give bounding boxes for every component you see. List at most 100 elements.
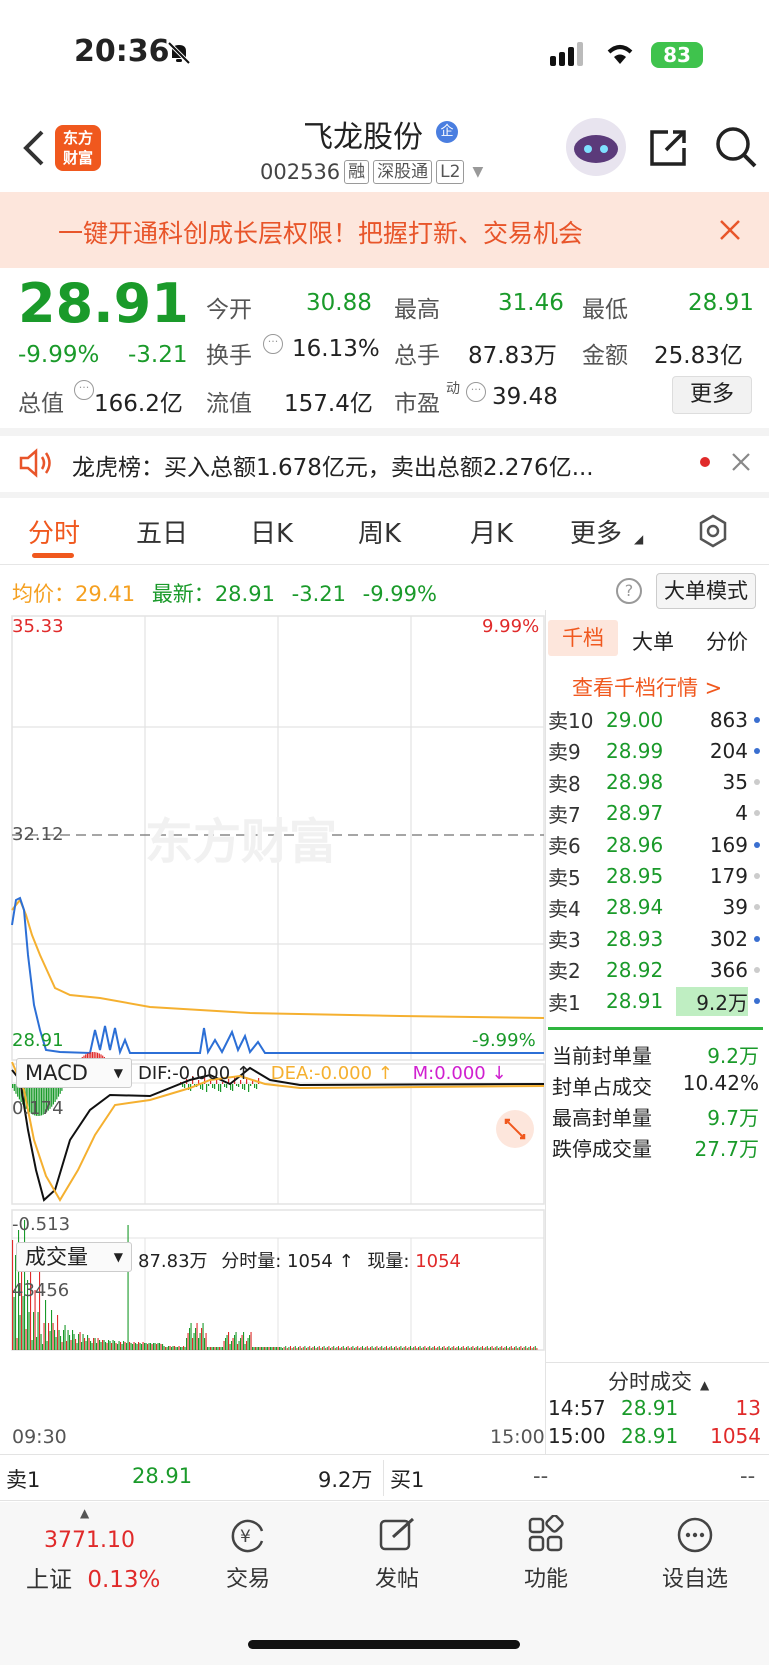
view-thousand-level-link[interactable]: 查看千档行情 >	[572, 672, 722, 702]
mktcap-value: 166.2亿	[94, 391, 183, 417]
banner-text: 一键开通科创成长层权限！把握打新、交易机会	[58, 219, 584, 248]
ask-volume: 863	[709, 707, 748, 732]
tab-five-day[interactable]: 五日	[136, 513, 188, 550]
volume-bar	[192, 1338, 194, 1350]
ask-row[interactable]: 卖2 28.92 366	[548, 954, 763, 985]
assistant-avatar[interactable]	[566, 118, 626, 176]
tag-margin: 融	[344, 160, 370, 184]
big-order-mode-button[interactable]: 大单模式	[656, 573, 756, 609]
close-icon[interactable]	[716, 216, 744, 244]
volume-bar	[156, 1344, 158, 1350]
volume-bar	[196, 1323, 198, 1350]
volume-bars	[12, 1220, 538, 1350]
tab-monthly[interactable]: 月K	[470, 513, 513, 550]
tick-vol: 13	[735, 1396, 761, 1420]
indicator-select[interactable]: MACD ▼	[16, 1058, 132, 1088]
macd-bar	[13, 1084, 15, 1091]
more-button[interactable]: 更多	[672, 376, 752, 414]
sell1-price: 28.91	[132, 1464, 193, 1488]
expand-up-icon[interactable]: ▲	[80, 1506, 89, 1520]
ticks-title[interactable]: 分时成交 ▲	[608, 1366, 709, 1396]
index-value[interactable]: 3771.10	[44, 1528, 135, 1553]
volume-bar	[306, 1348, 307, 1350]
volume-bar	[184, 1347, 186, 1350]
order-dot-icon	[754, 716, 760, 723]
dragon-tiger-notice[interactable]: 龙虎榜：买入总额1.678亿元，卖出总额2.276亿...	[72, 448, 594, 482]
divider	[383, 1460, 384, 1496]
volume-bar	[387, 1348, 389, 1350]
nav-trade[interactable]: ¥ 交易	[193, 1515, 303, 1593]
ask-row[interactable]: 卖1 28.91 9.2万	[548, 986, 763, 1017]
nav-post[interactable]: 发帖	[342, 1515, 452, 1593]
back-icon[interactable]	[20, 126, 48, 170]
app-logo[interactable]: 东方 财富	[55, 125, 101, 171]
intraday-chart[interactable]: 东方财富	[0, 610, 548, 1455]
collapse-icon: ▲	[700, 1378, 710, 1392]
seal-value: 27.7万	[694, 1137, 759, 1161]
close-icon[interactable]	[730, 451, 752, 473]
ask-row[interactable]: 卖9 28.99 204	[548, 735, 763, 766]
volume-bar	[462, 1346, 464, 1350]
gear-icon[interactable]	[696, 514, 730, 548]
volume-bar	[67, 1330, 69, 1350]
volume-bar	[213, 1347, 215, 1350]
nav-watchlist-settings[interactable]: 设自选	[640, 1515, 750, 1593]
help-icon[interactable]: ?	[616, 578, 642, 604]
volume-bar	[250, 1332, 252, 1350]
tab-big-orders[interactable]: 大单	[632, 626, 674, 656]
seal-label: 当前封单量	[552, 1044, 652, 1068]
volume-bar	[139, 1343, 141, 1350]
battery-icon: 83	[651, 42, 703, 68]
tab-price-dist[interactable]: 分价	[706, 626, 748, 656]
info-dots-icon[interactable]: ···	[74, 380, 94, 400]
volume-bar	[58, 1330, 60, 1350]
ask-row[interactable]: 卖5 28.95 179	[548, 861, 763, 892]
volume-bar	[43, 1323, 45, 1350]
volume-bar	[126, 1343, 128, 1350]
info-dots-icon[interactable]: ···	[466, 382, 486, 402]
ask-label: 卖4	[548, 896, 581, 921]
search-icon[interactable]	[713, 124, 759, 170]
ask-row[interactable]: 卖10 29.00 863	[548, 704, 763, 735]
volume-bar	[394, 1347, 395, 1350]
code-dropdown-icon[interactable]: ▼	[472, 164, 483, 180]
tab-daily[interactable]: 日K	[250, 513, 293, 550]
volume-bar	[63, 1330, 65, 1350]
tab-thousand-level[interactable]: 千档	[548, 620, 618, 656]
volume-bar	[22, 1296, 24, 1350]
volume-bar	[403, 1347, 405, 1350]
tab-intraday[interactable]: 分时	[28, 513, 80, 550]
tab-weekly[interactable]: 周K	[358, 513, 401, 550]
tab-more[interactable]: 更多	[570, 513, 622, 550]
expand-icon[interactable]	[496, 1110, 534, 1148]
volume-select[interactable]: 成交量 ▼	[16, 1242, 132, 1272]
ask-row[interactable]: 卖4 28.94 39	[548, 892, 763, 923]
volume-bar	[352, 1346, 354, 1350]
volume-bar	[424, 1346, 426, 1350]
volume-bar	[129, 1342, 131, 1350]
logo-line-1: 东方	[62, 129, 93, 147]
share-icon[interactable]	[646, 126, 690, 170]
volume-bar	[421, 1348, 423, 1350]
nav-functions[interactable]: 功能	[491, 1514, 601, 1593]
volume-bar	[494, 1347, 496, 1350]
ask-row[interactable]: 卖3 28.93 302	[548, 923, 763, 954]
volume-bar	[392, 1348, 394, 1350]
volume-bar	[422, 1347, 424, 1350]
tick-time: 15:00	[548, 1424, 606, 1448]
volume-bar	[490, 1347, 491, 1350]
ask-row[interactable]: 卖7 28.97 4	[548, 798, 763, 829]
tick-row: 14:57 28.91 13	[548, 1396, 763, 1420]
index-row[interactable]: 上证 0.13%	[26, 1560, 160, 1594]
promo-banner[interactable]: 一键开通科创成长层权限！把握打新、交易机会	[0, 192, 769, 268]
volume-bar	[94, 1338, 96, 1350]
dropdown-icon: ▼	[113, 1250, 123, 1264]
volume-name: 成交量	[25, 1245, 88, 1269]
ask-row[interactable]: 卖8 28.98 35	[548, 767, 763, 798]
mute-bell-icon	[166, 40, 192, 66]
ask-row[interactable]: 卖6 28.96 169	[548, 829, 763, 860]
macd-axis-bottom: -0.513	[12, 1214, 71, 1235]
macd-values: DIF:-0.000 ↑ DEA:-0.000 ↑ M:0.000 ↓	[138, 1063, 507, 1084]
info-dots-icon[interactable]: ···	[263, 334, 283, 354]
volume-bar	[410, 1346, 411, 1350]
